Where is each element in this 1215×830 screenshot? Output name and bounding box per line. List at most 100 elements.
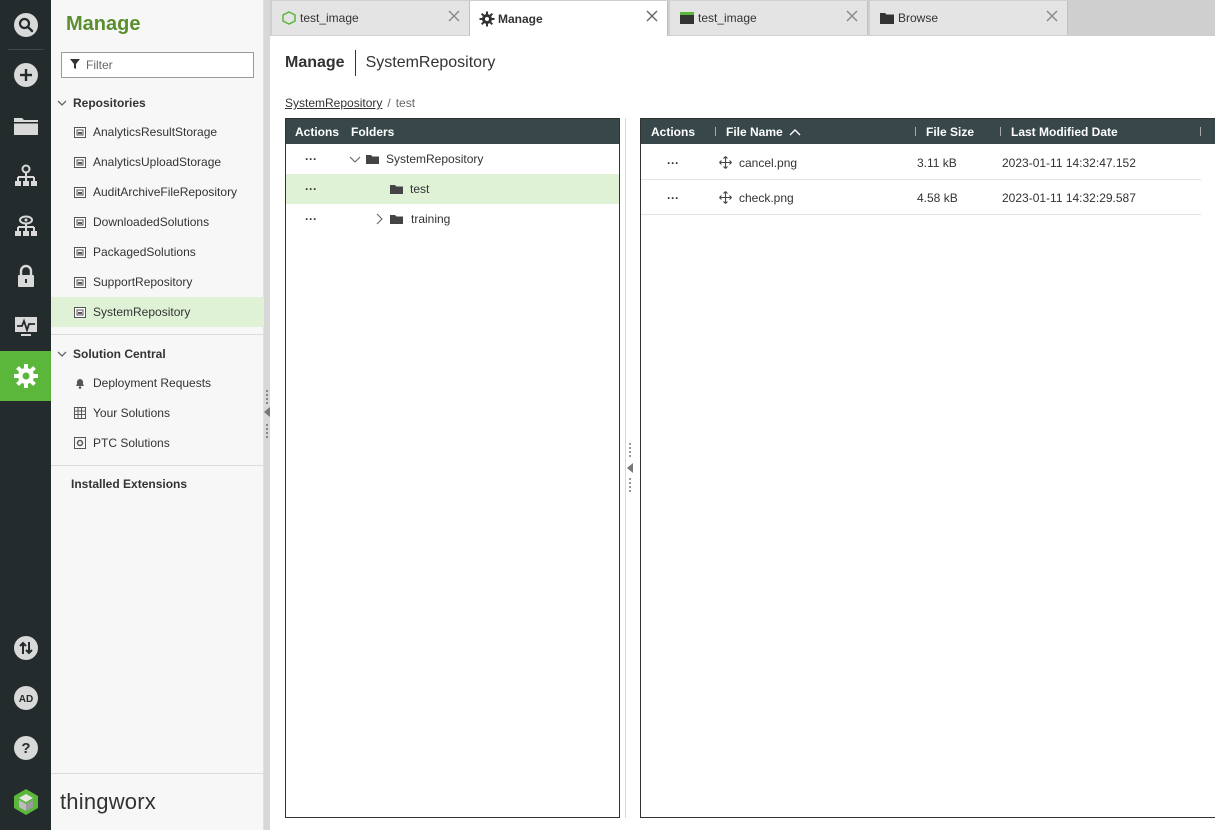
page-title: Manage: [285, 50, 356, 76]
repository-icon: [73, 185, 87, 199]
column-header-modified[interactable]: Last Modified Date: [1011, 119, 1118, 144]
view-icon[interactable]: [0, 201, 51, 251]
sidebar-item-analyticsuploadstorage[interactable]: AnalyticsUploadStorage: [51, 147, 264, 177]
folder-icon: [366, 155, 379, 164]
sidebar-item-label: Your Solutions: [93, 406, 170, 420]
breadcrumb-link-root[interactable]: SystemRepository: [285, 96, 382, 110]
sidebar-item-downloadedsolutions[interactable]: DownloadedSolutions: [51, 207, 264, 237]
folder-name: test: [410, 182, 430, 196]
repository-icon: [73, 155, 87, 169]
folder-icon: [390, 185, 403, 194]
row-actions-button[interactable]: ···: [305, 212, 317, 226]
table-row[interactable]: ··· cancel.png 3.11 kB 2023-01-11 14:32:…: [641, 145, 1201, 180]
section-solution-central[interactable]: Solution Central: [51, 343, 264, 365]
chevron-down-icon: [57, 100, 67, 106]
thing-hex-icon: [281, 10, 297, 26]
tab-label: test_image: [698, 11, 757, 25]
breadcrumb: SystemRepository / test: [285, 96, 416, 110]
page-subtitle: SystemRepository: [365, 54, 496, 71]
sidebar-item-label: AnalyticsUploadStorage: [93, 155, 222, 169]
model-icon[interactable]: [0, 151, 51, 201]
folder-icon[interactable]: [0, 101, 51, 151]
brand-wordmark: thingworx: [51, 773, 264, 830]
folder-row-systemrepository[interactable]: ··· SystemRepository: [286, 144, 619, 174]
sidebar-item-your-solutions[interactable]: Your Solutions: [51, 398, 264, 428]
avatar-initials: AD: [18, 694, 32, 705]
repository-icon: [73, 125, 87, 139]
repository-icon: [73, 305, 87, 319]
tab-bar: test_image Manage test_image Browse: [270, 0, 1215, 36]
folder-icon: [390, 215, 403, 224]
collapse-left-icon[interactable]: [627, 463, 633, 473]
navigation-panel: Manage Repositories AnalyticsResultStora…: [51, 0, 264, 830]
brand-text: thingworx: [60, 789, 156, 814]
sidebar-item-systemrepository[interactable]: SystemRepository: [51, 297, 264, 327]
sidebar-item-analyticsresultstorage[interactable]: AnalyticsResultStorage: [51, 117, 264, 147]
column-header-file-size[interactable]: File Size: [926, 119, 974, 144]
main-content: Manage SystemRepository SystemRepository…: [270, 36, 1215, 830]
nav-title: Manage: [66, 13, 141, 35]
gear-icon[interactable]: [0, 351, 51, 401]
file-name: check.png: [739, 191, 794, 205]
sidebar-item-auditarchivefilerepository[interactable]: AuditArchiveFileRepository: [51, 177, 264, 207]
files-grid-header: Actions File Name File Size Last Modifie…: [641, 119, 1215, 144]
sidebar-item-packagedsolutions[interactable]: PackagedSolutions: [51, 237, 264, 267]
search-icon[interactable]: [0, 0, 51, 50]
row-actions-button[interactable]: ···: [667, 156, 679, 170]
svg-text:?: ?: [21, 740, 30, 757]
file-modified: 2023-01-11 14:32:29.587: [1002, 191, 1136, 205]
filter-field[interactable]: [61, 52, 254, 78]
bell-icon: [73, 376, 87, 390]
close-icon[interactable]: [645, 9, 659, 23]
tab-test-image-thing[interactable]: test_image: [272, 1, 470, 35]
move-icon[interactable]: [719, 156, 732, 169]
add-icon[interactable]: [0, 50, 51, 100]
sidebar-item-label: SystemRepository: [93, 305, 191, 319]
sidebar-item-ptc-solutions[interactable]: PTC Solutions: [51, 428, 264, 458]
help-icon[interactable]: ?: [0, 723, 51, 773]
table-row[interactable]: ··· check.png 4.58 kB 2023-01-11 14:32:2…: [641, 180, 1201, 215]
folder-row-test[interactable]: ··· test: [286, 174, 619, 204]
column-header-file-name[interactable]: File Name: [726, 119, 801, 144]
filter-input[interactable]: [86, 58, 246, 72]
close-icon[interactable]: [1045, 9, 1059, 23]
monitor-icon[interactable]: [0, 301, 51, 351]
column-header-label: File Name: [726, 124, 783, 139]
avatar[interactable]: AD: [0, 673, 51, 723]
chevron-down-icon[interactable]: [349, 153, 361, 165]
sidebar-item-label: AnalyticsResultStorage: [93, 125, 218, 139]
move-icon[interactable]: [719, 191, 732, 204]
column-header-actions[interactable]: Actions: [651, 119, 695, 144]
chevron-right-icon[interactable]: [373, 213, 385, 225]
folder-name: training: [411, 212, 451, 226]
sidebar-item-deployment-requests[interactable]: Deployment Requests: [51, 368, 264, 398]
filter-icon: [70, 58, 80, 72]
tab-manage[interactable]: Manage: [470, 1, 668, 36]
breadcrumb-current: test: [395, 96, 416, 110]
column-header-folders[interactable]: Folders: [351, 125, 394, 139]
folders-grid-header: Actions Folders: [286, 119, 619, 144]
thingworx-logo-icon[interactable]: [0, 773, 51, 830]
section-label: Solution Central: [73, 347, 166, 361]
sidebar-item-label: DownloadedSolutions: [93, 215, 210, 229]
file-modified: 2023-01-11 14:32:47.152: [1002, 156, 1136, 170]
tab-browse[interactable]: Browse: [870, 1, 1068, 35]
close-icon[interactable]: [447, 9, 461, 23]
sidebar-item-label: PTC Solutions: [93, 436, 170, 450]
close-icon[interactable]: [845, 9, 859, 23]
import-export-icon[interactable]: [0, 623, 51, 673]
mashup-icon: [679, 10, 695, 26]
lock-icon[interactable]: [0, 251, 51, 301]
row-actions-button[interactable]: ···: [305, 182, 317, 196]
section-installed-extensions[interactable]: Installed Extensions: [51, 473, 264, 495]
folder-row-training[interactable]: ··· training: [286, 204, 619, 234]
tab-test-image-mashup[interactable]: test_image: [670, 1, 868, 35]
panel-splitter[interactable]: [624, 118, 636, 818]
column-header-actions[interactable]: Actions: [295, 125, 339, 139]
row-actions-button[interactable]: ···: [305, 152, 317, 166]
sort-ascending-icon: [789, 128, 801, 135]
row-actions-button[interactable]: ···: [667, 191, 679, 205]
sidebar-item-supportrepository[interactable]: SupportRepository: [51, 267, 264, 297]
page-header: Manage SystemRepository: [285, 50, 495, 76]
section-repositories[interactable]: Repositories: [51, 92, 264, 114]
